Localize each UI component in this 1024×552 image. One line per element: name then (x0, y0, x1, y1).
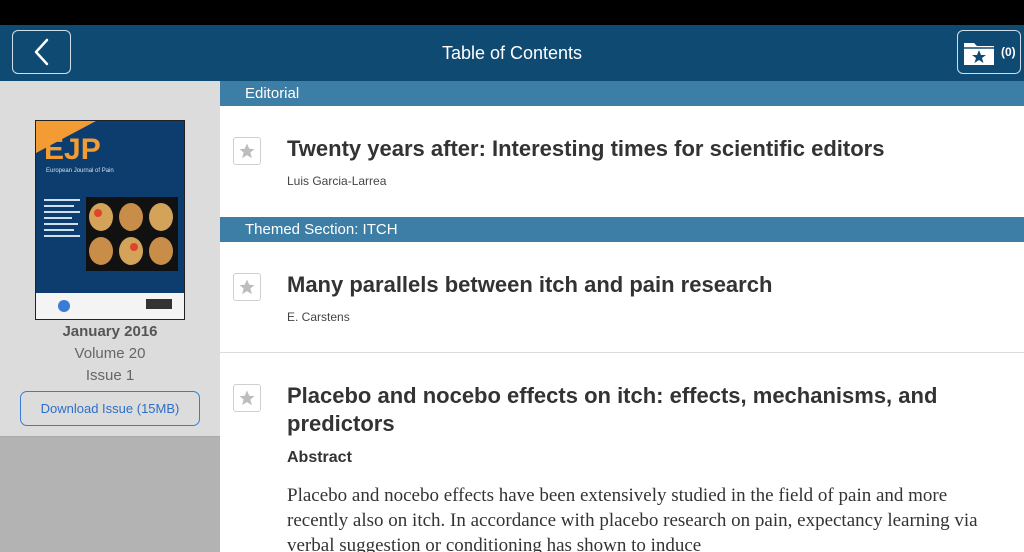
issue-date: January 2016 (62, 323, 158, 340)
cover-art: EJP European Journal of Pain (36, 121, 184, 319)
download-issue-button[interactable]: Download Issue (15MB) (20, 391, 200, 426)
svg-text:European Journal of Pain: European Journal of Pain (46, 168, 114, 174)
back-button[interactable] (12, 30, 71, 74)
star-icon (239, 279, 255, 295)
article-title[interactable]: Twenty years after: Interesting times fo… (287, 135, 1007, 163)
table-of-contents: Editorial Twenty years after: Interestin… (220, 81, 1024, 552)
article-title[interactable]: Many parallels between itch and pain res… (287, 271, 1007, 299)
section-label: Editorial (245, 85, 300, 102)
article-title[interactable]: Placebo and nocebo effects on itch: effe… (287, 382, 1007, 438)
chevron-left-icon (34, 38, 48, 66)
section-header-itch: Themed Section: ITCH (220, 217, 1024, 242)
issue-panel: EJP European Journal of Pain January 201… (0, 81, 220, 437)
divider (220, 352, 1024, 353)
sidebar: EJP European Journal of Pain January 201… (0, 81, 220, 552)
section-header-editorial: Editorial (220, 81, 1024, 106)
star-icon (239, 390, 255, 406)
issue-number: Issue 1 (85, 367, 135, 384)
journal-cover[interactable]: EJP European Journal of Pain (35, 120, 185, 320)
section-label: Themed Section: ITCH (245, 221, 398, 238)
folder-star-icon (964, 43, 994, 65)
favorite-toggle[interactable] (233, 137, 261, 165)
star-icon (239, 143, 255, 159)
issue-volume: Volume 20 (74, 345, 146, 362)
status-bar (0, 0, 1024, 25)
abstract-text: Placebo and nocebo effects have been ext… (287, 485, 978, 552)
abstract-label: Abstract (287, 449, 352, 466)
svg-text:EJP: EJP (44, 133, 101, 166)
app-bar: Table of Contents (0) (0, 25, 1024, 81)
favorites-count: (0) (1001, 45, 1016, 59)
favorite-toggle[interactable] (233, 273, 261, 301)
favorite-toggle[interactable] (233, 384, 261, 412)
favorites-button[interactable]: (0) (957, 30, 1021, 74)
page-title: Table of Contents (441, 43, 583, 63)
article-author: E. Carstens (287, 310, 350, 324)
article-author: Luis Garcia-Larrea (287, 174, 387, 188)
